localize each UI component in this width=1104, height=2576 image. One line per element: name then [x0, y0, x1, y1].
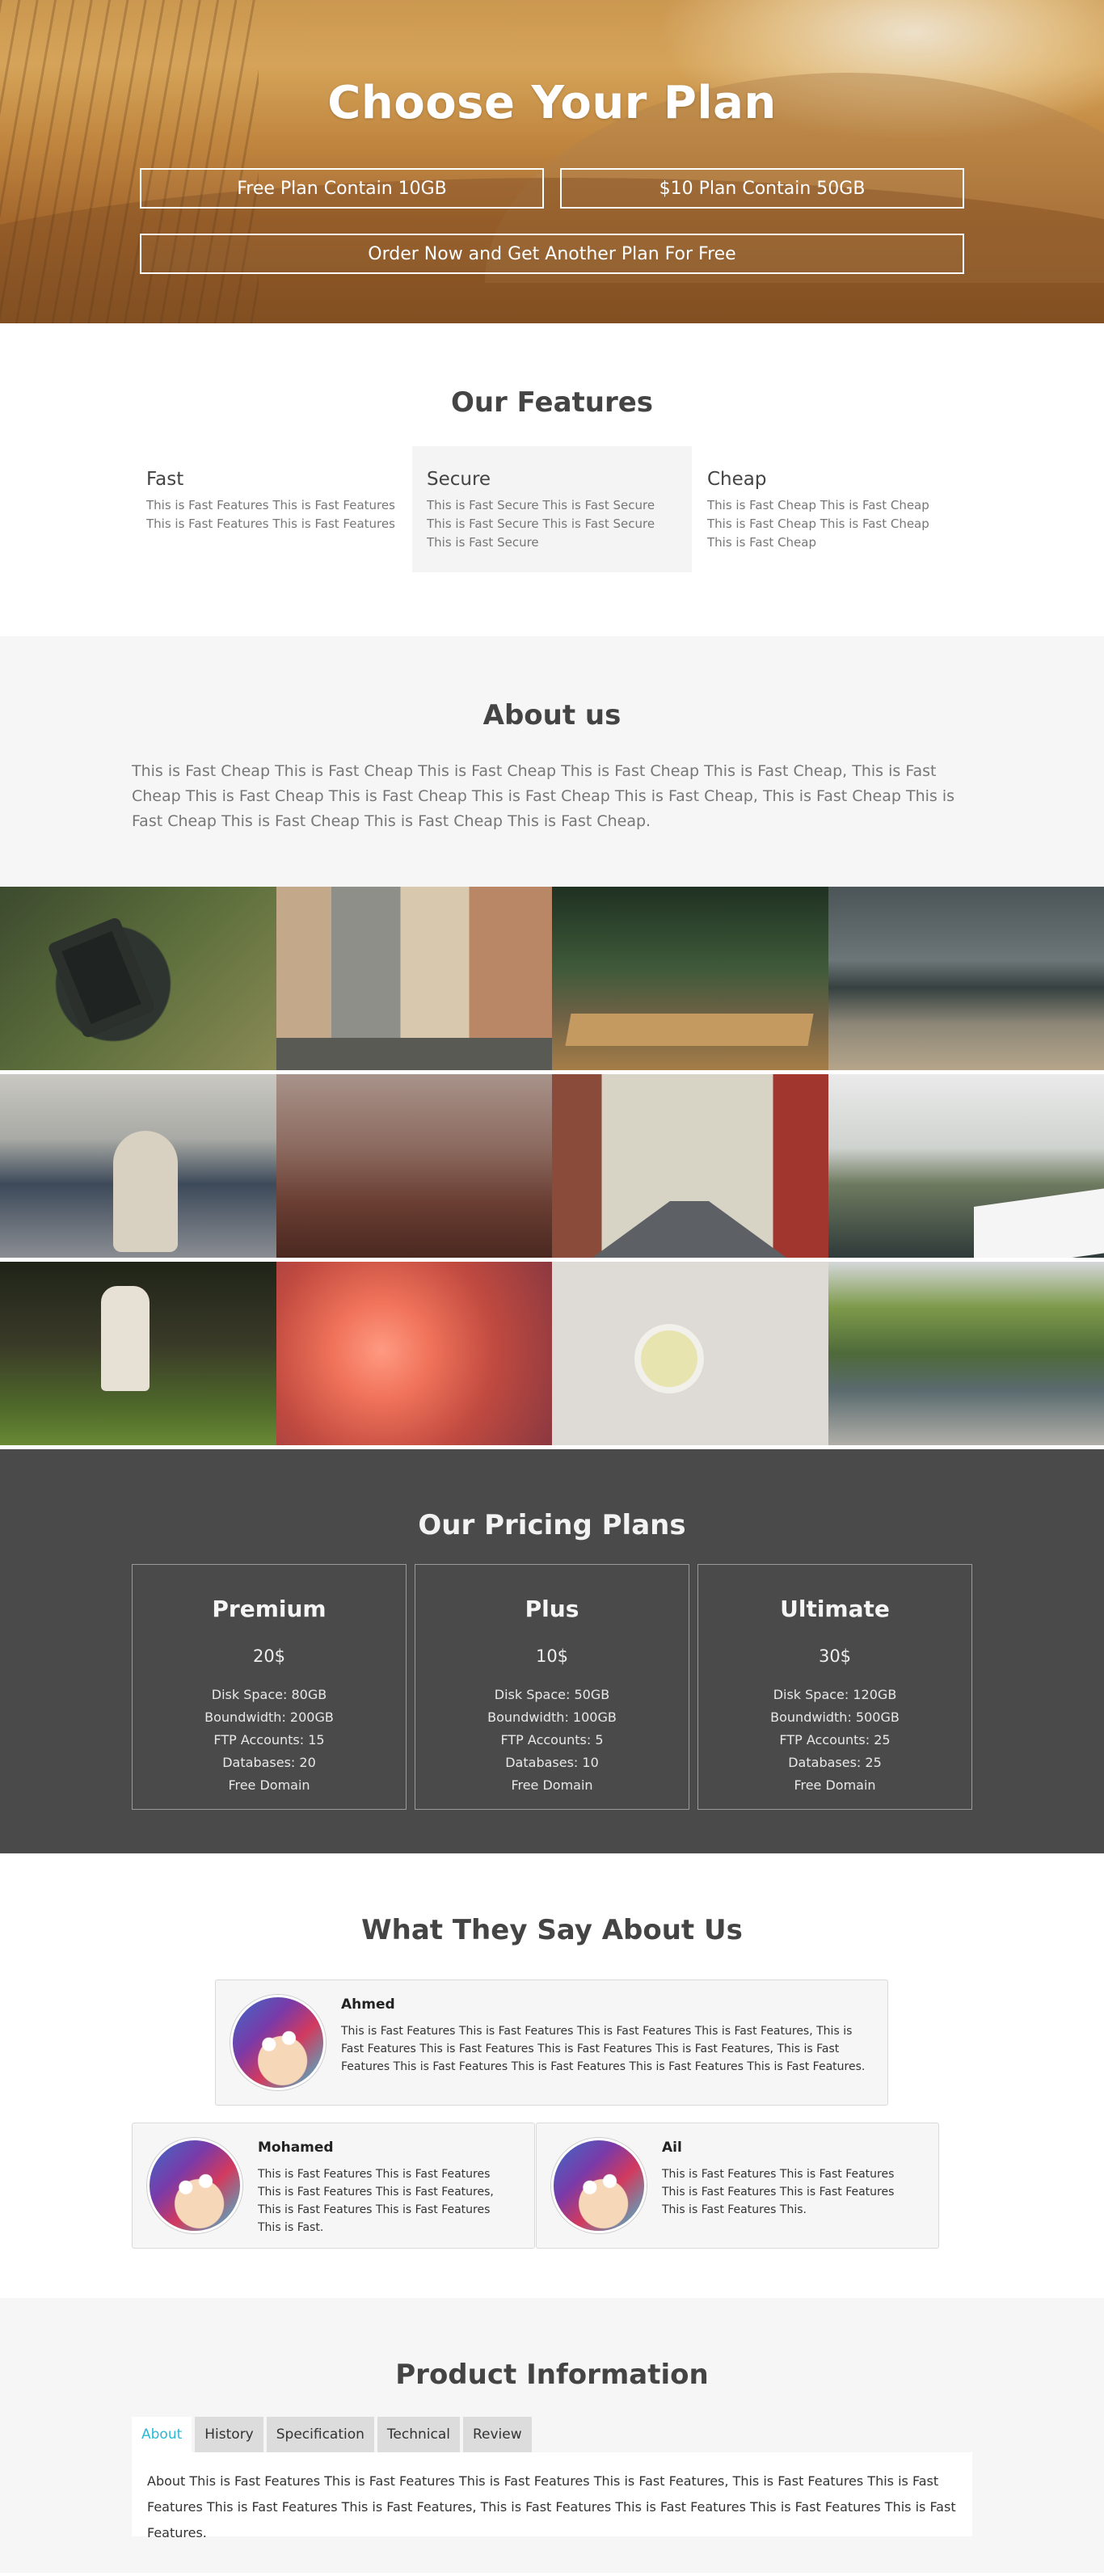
feature-fast: Fast This is Fast Features This is Fast …: [132, 446, 411, 572]
about-section: About us This is Fast Cheap This is Fast…: [0, 636, 1104, 887]
gallery-image[interactable]: [276, 1074, 552, 1258]
gallery-grid: [0, 887, 1104, 1449]
plan-card-ultimate[interactable]: Ultimate 30$ Disk Space: 120GB Boundwidt…: [697, 1564, 972, 1810]
gallery-image[interactable]: [828, 1074, 1104, 1258]
gallery-image[interactable]: [828, 887, 1104, 1070]
plan-feature: Disk Space: 50GB: [494, 1687, 610, 1702]
plan-feature: Boundwidth: 200GB: [204, 1710, 334, 1725]
feature-title: Cheap: [707, 469, 767, 490]
feature-text: This is Fast Cheap This is Fast Cheap Th…: [707, 498, 929, 550]
order-now-button[interactable]: Order Now and Get Another Plan For Free: [140, 234, 964, 274]
gallery-image[interactable]: [0, 887, 276, 1070]
hero-title: Choose Your Plan: [327, 77, 777, 129]
plan-name: Plus: [525, 1596, 579, 1622]
plan-price: 10$: [535, 1646, 569, 1666]
testimonial-card: Ahmed This is Fast Features This is Fast…: [215, 1979, 888, 2106]
hero-overlay: [0, 0, 1104, 323]
testimonials-section: What They Say About Us Ahmed This is Fas…: [0, 1853, 1104, 2298]
plan-feature: FTP Accounts: 25: [779, 1732, 891, 1748]
gallery-image[interactable]: [0, 1262, 276, 1445]
about-text: This is Fast Cheap This is Fast Cheap Th…: [132, 762, 955, 830]
plan-feature-list: Disk Space: 50GB Boundwidth: 100GB FTP A…: [415, 1684, 689, 1797]
testimonials-title: What They Say About Us: [361, 1914, 743, 1946]
plan-feature: Databases: 20: [222, 1755, 316, 1770]
plan-card-plus[interactable]: Plus 10$ Disk Space: 50GB Boundwidth: 10…: [415, 1564, 689, 1810]
testimonial-text: This is Fast Features This is Fast Featu…: [662, 2168, 895, 2216]
about-title: About us: [482, 699, 622, 731]
plan-feature: Free Domain: [228, 1777, 310, 1793]
plan-feature: Databases: 25: [788, 1755, 882, 1770]
features-section: Our Features Fast This is Fast Features …: [0, 323, 1104, 636]
gallery-image[interactable]: [552, 1074, 828, 1258]
gallery-image[interactable]: [276, 1262, 552, 1445]
hero-section: Choose Your Plan Free Plan Contain 10GB …: [0, 0, 1104, 323]
plans-row: Premium 20$ Disk Space: 80GB Boundwidth:…: [132, 1564, 972, 1811]
plan-feature-list: Disk Space: 80GB Boundwidth: 200GB FTP A…: [133, 1684, 406, 1797]
tab-technical[interactable]: Technical: [377, 2417, 460, 2452]
gallery-image[interactable]: [828, 1262, 1104, 1445]
testimonial-text: This is Fast Features This is Fast Featu…: [341, 2025, 866, 2073]
plan-feature-list: Disk Space: 120GB Boundwidth: 500GB FTP …: [698, 1684, 971, 1797]
plan-price: 20$: [252, 1646, 286, 1666]
feature-text: This is Fast Features This is Fast Featu…: [146, 498, 395, 531]
avatar: [551, 2138, 647, 2233]
features-row: Fast This is Fast Features This is Fast …: [132, 446, 972, 575]
feature-secure: Secure This is Fast Secure This is Fast …: [412, 446, 692, 572]
gallery-image[interactable]: [276, 887, 552, 1070]
plan-feature: Databases: 10: [505, 1755, 599, 1770]
testimonial-text: This is Fast Features This is Fast Featu…: [258, 2168, 494, 2234]
plan-feature: FTP Accounts: 5: [500, 1732, 604, 1748]
features-title: Our Features: [450, 386, 654, 419]
testimonial-card: Mohamed This is Fast Features This is Fa…: [132, 2123, 535, 2249]
gallery-image[interactable]: [0, 1074, 276, 1258]
tab-history[interactable]: History: [195, 2417, 263, 2452]
testimonial-card: Ail This is Fast Features This is Fast F…: [536, 2123, 939, 2249]
plan-feature: Free Domain: [511, 1777, 593, 1793]
ten-dollar-plan-button[interactable]: $10 Plan Contain 50GB: [560, 168, 964, 209]
tab-content: About This is Fast Features This is Fast…: [132, 2452, 972, 2540]
product-tabs: About History Specification Technical Re…: [132, 2417, 972, 2452]
plan-price: 30$: [818, 1646, 852, 1666]
product-info-title: Product Information: [395, 2359, 709, 2391]
testimonials-wrap: Ahmed This is Fast Features This is Fast…: [0, 1946, 1104, 2270]
product-info-section: Product Information About History Specif…: [0, 2298, 1104, 2573]
pricing-section: Our Pricing Plans Premium 20$ Disk Space…: [0, 1449, 1104, 1853]
testimonial-name: Ahmed: [341, 1996, 395, 2013]
testimonial-name: Mohamed: [258, 2140, 334, 2156]
pricing-title: Our Pricing Plans: [418, 1509, 686, 1541]
gallery-image[interactable]: [552, 887, 828, 1070]
tab-about[interactable]: About: [132, 2417, 192, 2452]
tab-review[interactable]: Review: [462, 2417, 532, 2452]
plan-feature: Free Domain: [794, 1777, 876, 1793]
feature-cheap: Cheap This is Fast Cheap This is Fast Ch…: [693, 446, 972, 572]
feature-text: This is Fast Secure This is Fast Secure …: [427, 498, 655, 550]
gallery-image[interactable]: [552, 1262, 828, 1445]
plan-feature: FTP Accounts: 15: [213, 1732, 325, 1748]
plan-feature: Disk Space: 120GB: [773, 1687, 897, 1702]
feature-title: Fast: [146, 469, 184, 490]
plan-feature: Disk Space: 80GB: [211, 1687, 327, 1702]
plan-feature: Boundwidth: 500GB: [770, 1710, 900, 1725]
testimonial-name: Ail: [662, 2140, 682, 2156]
plan-card-premium[interactable]: Premium 20$ Disk Space: 80GB Boundwidth:…: [132, 1564, 407, 1810]
plan-feature: Boundwidth: 100GB: [487, 1710, 617, 1725]
tab-specification[interactable]: Specification: [266, 2417, 374, 2452]
plan-name: Ultimate: [780, 1596, 890, 1622]
plan-name: Premium: [212, 1596, 327, 1622]
feature-title: Secure: [427, 469, 491, 490]
free-plan-button[interactable]: Free Plan Contain 10GB: [140, 168, 544, 209]
avatar: [230, 1995, 326, 2090]
avatar: [147, 2138, 242, 2233]
